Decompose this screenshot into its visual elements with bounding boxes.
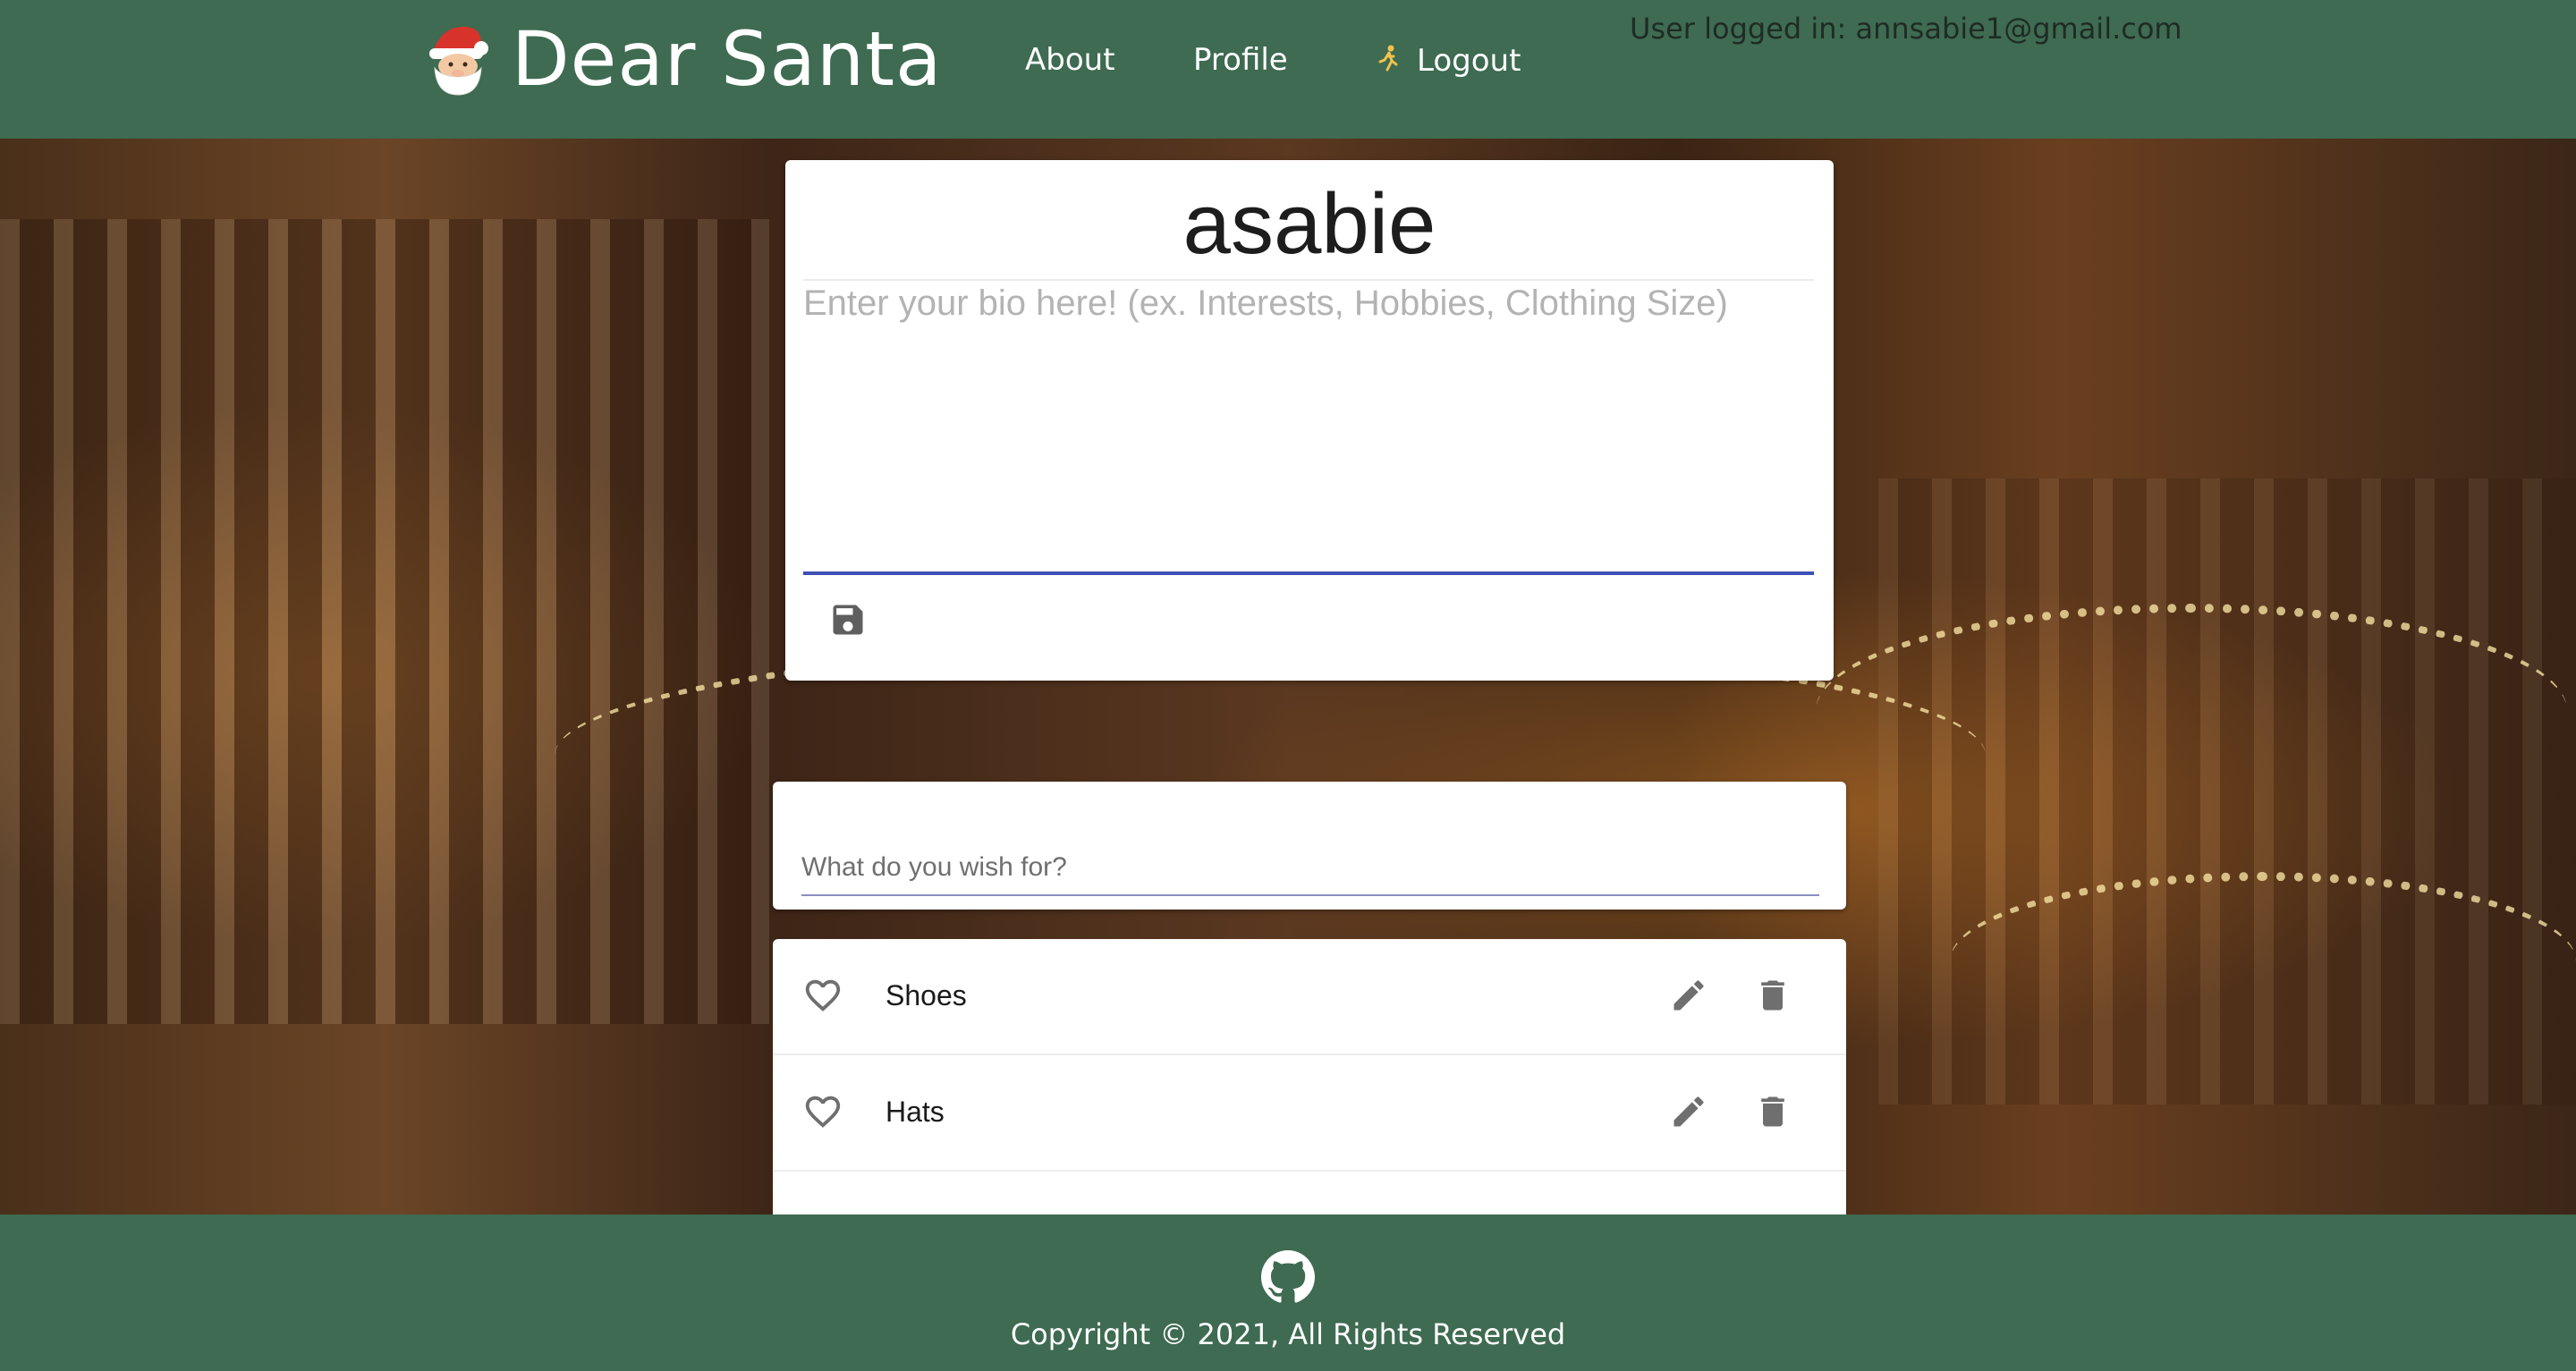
heart-outline-icon [802,1091,843,1136]
pencil-icon [1669,1092,1708,1135]
bio-field-underline [803,571,1814,575]
card-divider [803,279,1814,281]
wish-list-item: Shoes [773,939,1846,1055]
nav-logout-link[interactable]: Logout [1377,45,1521,76]
favorite-button[interactable] [800,1090,846,1137]
brand-title: Dear Santa [512,15,943,103]
pencil-icon [1669,976,1708,1019]
profile-card: asabie [785,160,1834,732]
nav-profile-link[interactable]: Profile [1193,45,1288,75]
nav-about-link[interactable]: About [1025,45,1115,75]
top-navbar: Dear Santa About Profile Logout User log… [0,0,2576,139]
wish-input-card [773,782,1846,910]
wish-list: Shoes Hats [773,939,1846,1214]
wish-label: Hats [886,1096,945,1128]
favorite-button[interactable] [800,974,846,1020]
delete-wish-button[interactable] [1750,974,1796,1020]
nav-logout-label: Logout [1417,42,1521,79]
save-bio-button[interactable] [825,598,871,645]
user-logged-in-text: User logged in: annsabie1@gmail.com [1630,12,2182,46]
github-icon [1261,1250,1315,1308]
wish-list-item: Hats [773,1055,1846,1172]
wish-input[interactable] [801,841,1819,894]
brand-link[interactable]: Dear Santa [424,14,943,104]
runner-icon [1377,45,1401,76]
santa-icon [424,21,492,97]
bio-textarea[interactable] [803,284,1814,732]
footer: Copyright © 2021, All Rights Reserved [0,1214,2576,1371]
trash-icon [1753,1092,1792,1135]
heart-outline-icon [802,975,843,1020]
profile-username: asabie [1182,176,1436,272]
wish-input-underline [801,894,1819,896]
copyright-text: Copyright © 2021, All Rights Reserved [1010,1317,1566,1351]
github-link[interactable] [1261,1250,1315,1304]
trash-icon [1753,976,1792,1019]
edit-wish-button[interactable] [1665,974,1712,1020]
save-icon [828,600,868,643]
edit-wish-button[interactable] [1665,1090,1712,1137]
wish-label: Shoes [886,979,967,1011]
delete-wish-button[interactable] [1750,1090,1796,1137]
